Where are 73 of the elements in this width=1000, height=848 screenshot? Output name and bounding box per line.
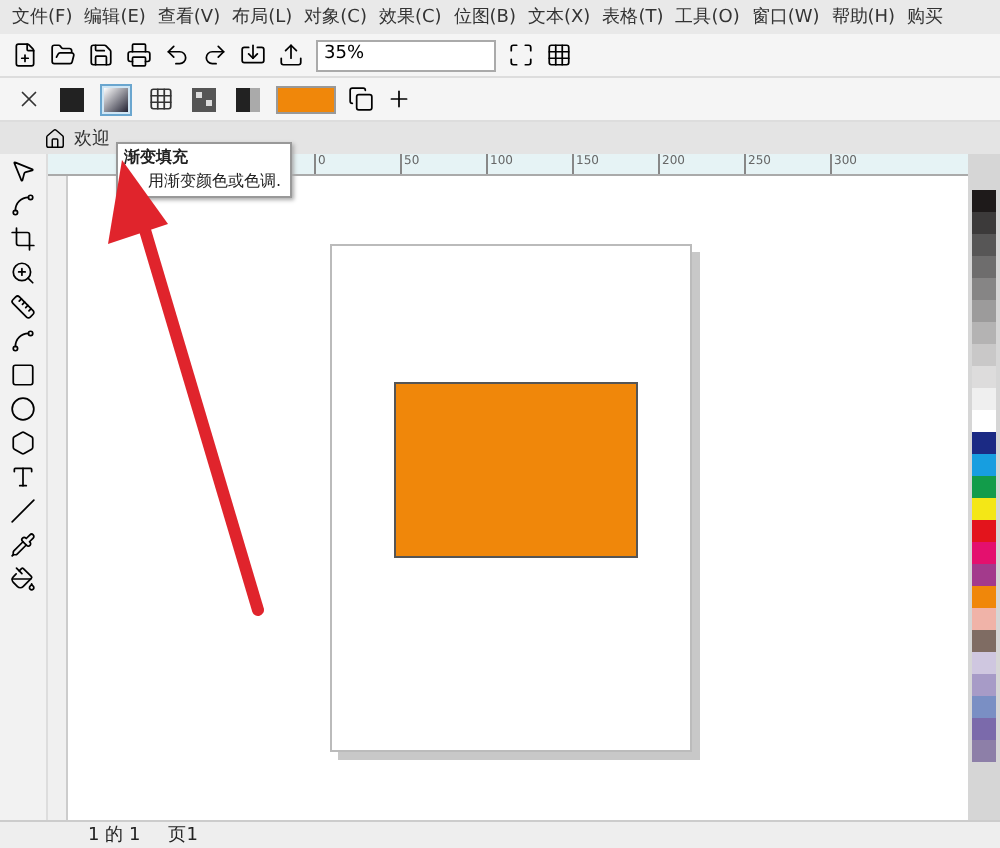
color-swatch[interactable] bbox=[972, 652, 996, 674]
color-swatch[interactable] bbox=[972, 366, 996, 388]
menu-item[interactable]: 帮助(H) bbox=[831, 4, 896, 30]
menu-item[interactable]: 文件(F) bbox=[12, 4, 73, 30]
color-swatch[interactable] bbox=[972, 542, 996, 564]
menu-item[interactable]: 工具(O) bbox=[675, 4, 740, 30]
redo-icon[interactable] bbox=[202, 42, 228, 68]
menu-item[interactable]: 位图(B) bbox=[453, 4, 516, 30]
color-swatch[interactable] bbox=[972, 234, 996, 256]
print-icon[interactable] bbox=[126, 42, 152, 68]
freehand-icon[interactable] bbox=[10, 328, 36, 354]
crop-icon[interactable] bbox=[10, 226, 36, 252]
color-swatch[interactable] bbox=[972, 586, 996, 608]
color-swatch[interactable] bbox=[972, 190, 996, 212]
rectangle-icon[interactable] bbox=[10, 362, 36, 388]
fill-icon[interactable] bbox=[10, 566, 36, 592]
ellipse-icon[interactable] bbox=[10, 396, 36, 422]
zoom-field[interactable]: 35% bbox=[316, 39, 496, 71]
curve-icon[interactable] bbox=[10, 192, 36, 218]
menu-item[interactable]: 表格(T) bbox=[602, 4, 664, 30]
color-swatch[interactable] bbox=[972, 278, 996, 300]
color-swatch[interactable] bbox=[972, 322, 996, 344]
add-icon[interactable] bbox=[386, 86, 412, 112]
color-swatch[interactable] bbox=[972, 410, 996, 432]
menu-item[interactable]: 对象(C) bbox=[304, 4, 367, 30]
color-swatch[interactable] bbox=[972, 432, 996, 454]
menu-item[interactable]: 布局(L) bbox=[232, 4, 293, 30]
menu-item[interactable]: 购买 bbox=[907, 4, 944, 30]
ruler-icon[interactable] bbox=[10, 294, 36, 320]
color-swatch[interactable] bbox=[972, 696, 996, 718]
tooltip-text: 用渐变颜色或色调. bbox=[146, 170, 284, 194]
document-tab[interactable]: 欢迎 bbox=[74, 125, 110, 151]
color-swatch[interactable] bbox=[972, 520, 996, 542]
polygon-icon[interactable] bbox=[10, 430, 36, 456]
color-swatch[interactable] bbox=[972, 388, 996, 410]
undo-icon[interactable] bbox=[164, 42, 190, 68]
color-swatch[interactable] bbox=[972, 674, 996, 696]
color-swatch[interactable] bbox=[972, 608, 996, 630]
line-icon[interactable] bbox=[10, 498, 36, 524]
color-swatch[interactable] bbox=[972, 498, 996, 520]
color-swatch[interactable] bbox=[972, 256, 996, 278]
page-position: 1 的 1 bbox=[88, 823, 141, 848]
color-swatch[interactable] bbox=[972, 454, 996, 476]
menu-item[interactable]: 编辑(E) bbox=[84, 4, 146, 30]
menu-item[interactable]: 效果(C) bbox=[378, 4, 442, 30]
zoom-icon[interactable] bbox=[10, 260, 36, 286]
color-swatch[interactable] bbox=[972, 344, 996, 366]
color-swatch[interactable] bbox=[972, 212, 996, 234]
eyedropper-icon[interactable] bbox=[10, 532, 36, 558]
pointer-icon[interactable] bbox=[10, 158, 36, 184]
menu-item[interactable]: 窗口(W) bbox=[751, 4, 820, 30]
rectangle-shape[interactable] bbox=[394, 382, 638, 558]
menu-item[interactable]: 查看(V) bbox=[157, 4, 221, 30]
save-icon[interactable] bbox=[88, 42, 114, 68]
text-icon[interactable] bbox=[10, 464, 36, 490]
color-swatch[interactable] bbox=[972, 300, 996, 322]
color-swatch[interactable] bbox=[972, 740, 996, 762]
tooltip-title: 渐变填充 bbox=[124, 146, 190, 170]
home-icon[interactable] bbox=[44, 127, 66, 149]
fill-color-swatch[interactable] bbox=[276, 85, 336, 113]
color-swatch[interactable] bbox=[972, 476, 996, 498]
color-swatch[interactable] bbox=[972, 630, 996, 652]
import-icon[interactable] bbox=[240, 42, 266, 68]
menu-item[interactable]: 文本(X) bbox=[527, 4, 591, 30]
color-swatch[interactable] bbox=[972, 718, 996, 740]
folder-icon[interactable] bbox=[50, 42, 76, 68]
page-tab[interactable]: 页1 bbox=[168, 822, 198, 848]
new-file-icon[interactable] bbox=[12, 42, 38, 68]
grid-icon[interactable] bbox=[546, 42, 572, 68]
color-swatch[interactable] bbox=[972, 564, 996, 586]
export-icon[interactable] bbox=[278, 42, 304, 68]
copy-fill-icon[interactable] bbox=[348, 86, 374, 112]
full-screen-icon[interactable] bbox=[508, 42, 534, 68]
